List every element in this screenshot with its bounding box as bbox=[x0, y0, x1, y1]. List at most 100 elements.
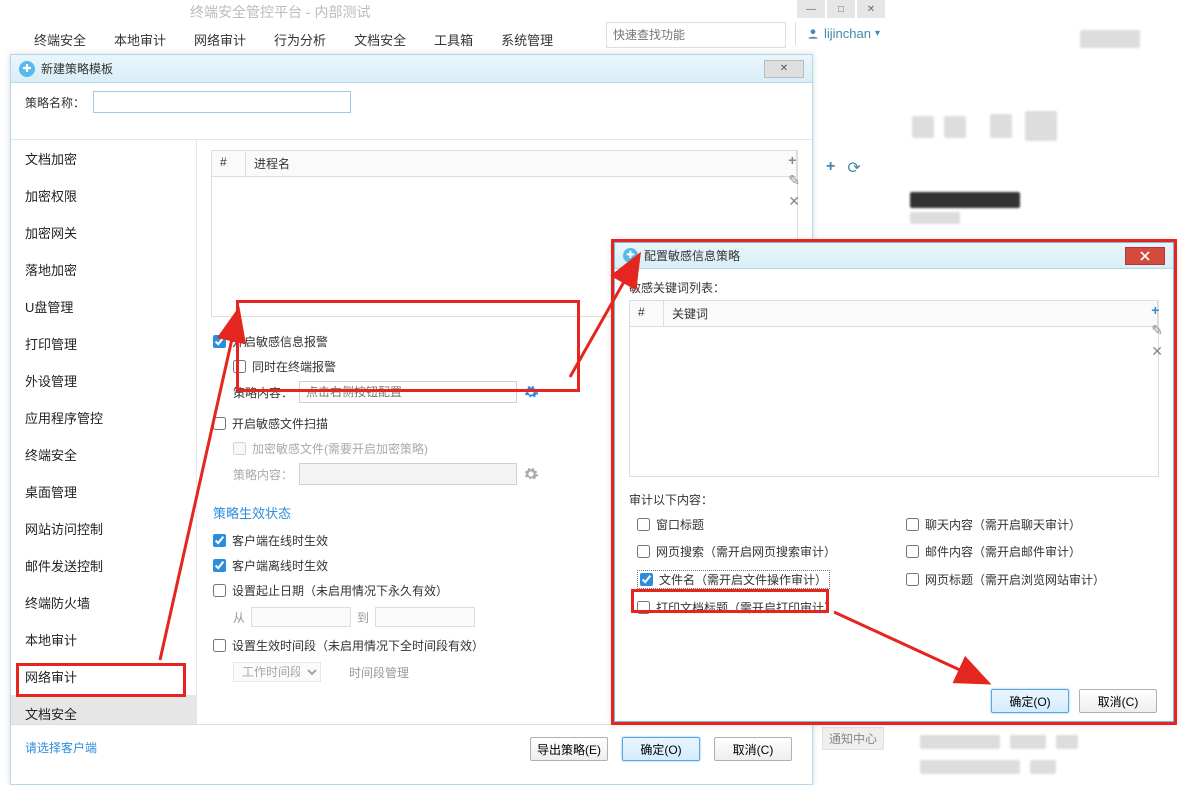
audit-chat-checkbox[interactable] bbox=[906, 518, 919, 531]
sidebar-item[interactable]: 外设管理 bbox=[11, 362, 196, 399]
sidebar-item[interactable]: 网络审计 bbox=[11, 658, 196, 695]
open-sensitive-alarm-checkbox[interactable] bbox=[213, 335, 226, 348]
encrypt-sensitive-label: 加密敏感文件(需要开启加密策略) bbox=[252, 440, 428, 457]
gear-icon[interactable] bbox=[523, 384, 539, 400]
audit-label: 审计以下内容： bbox=[629, 491, 1159, 508]
dialog2-ok-button[interactable]: 确定(O) bbox=[991, 689, 1069, 713]
add-icon[interactable]: + bbox=[826, 158, 835, 178]
policy-content-input[interactable] bbox=[299, 381, 517, 403]
sidebar-item[interactable]: 桌面管理 bbox=[11, 473, 196, 510]
sidebar-item[interactable]: 加密网关 bbox=[11, 214, 196, 251]
also-alarm-terminal-checkbox[interactable] bbox=[233, 360, 246, 373]
sidebar-item[interactable]: 网站访问控制 bbox=[11, 510, 196, 547]
blur-placeholder bbox=[920, 760, 1020, 774]
minimize-button[interactable]: — bbox=[797, 0, 825, 18]
blur-placeholder bbox=[990, 114, 1012, 138]
audit-mail-checkbox[interactable] bbox=[906, 545, 919, 558]
close-button[interactable]: ✕ bbox=[857, 0, 885, 18]
nav-item[interactable]: 文档安全 bbox=[340, 22, 420, 57]
policy-name-label: 策略名称： bbox=[25, 94, 85, 111]
global-search-input[interactable] bbox=[606, 22, 786, 48]
toolbar-icons: + ⟳ bbox=[826, 158, 861, 178]
nav-item[interactable]: 本地审计 bbox=[100, 22, 180, 57]
nav-item[interactable]: 行为分析 bbox=[260, 22, 340, 57]
audit-window-title-checkbox[interactable] bbox=[637, 518, 650, 531]
blur-placeholder bbox=[1030, 760, 1056, 774]
client-online-checkbox[interactable] bbox=[213, 534, 226, 547]
policy-name-input[interactable] bbox=[93, 91, 351, 113]
open-sensitive-scan-checkbox[interactable] bbox=[213, 417, 226, 430]
policy-content-label-2: 策略内容： bbox=[233, 466, 293, 483]
cancel-button[interactable]: 取消(C) bbox=[714, 737, 792, 761]
sidebar-item[interactable]: 应用程序管控 bbox=[11, 399, 196, 436]
dialog2-titlebar: ✚ 配置敏感信息策略 bbox=[615, 243, 1173, 269]
nav-item[interactable]: 终端安全 bbox=[20, 22, 100, 57]
policy-content-label: 策略内容： bbox=[233, 384, 293, 401]
nav-item[interactable]: 网络审计 bbox=[180, 22, 260, 57]
window-controls: — □ ✕ bbox=[795, 0, 885, 18]
audit-print-title-label: 打印文档标题（需开启打印审计） bbox=[656, 599, 836, 616]
blur-placeholder bbox=[1056, 735, 1078, 749]
audit-window-title-label: 窗口标题 bbox=[656, 516, 704, 533]
policy-content-input-2 bbox=[299, 463, 517, 485]
gear-icon-disabled bbox=[523, 466, 539, 482]
audit-filename-checkbox[interactable] bbox=[640, 573, 653, 586]
edit-keyword-icon[interactable]: ✎ bbox=[1151, 322, 1163, 339]
app-window-title: 终端安全管控平台 - 内部测试 bbox=[190, 2, 370, 22]
sidebar-item[interactable]: 打印管理 bbox=[11, 325, 196, 362]
encrypt-sensitive-checkbox bbox=[233, 442, 246, 455]
refresh-icon[interactable]: ⟳ bbox=[847, 158, 860, 178]
from-date-input bbox=[251, 607, 351, 627]
open-sensitive-scan-label: 开启敏感文件扫描 bbox=[232, 415, 328, 432]
user-icon bbox=[806, 27, 820, 41]
select-client-link[interactable]: 请选择客户端 bbox=[25, 739, 97, 756]
audit-web-title-checkbox[interactable] bbox=[906, 573, 919, 586]
sidebar-item[interactable]: 落地加密 bbox=[11, 251, 196, 288]
add-keyword-icon[interactable]: + bbox=[1151, 302, 1163, 318]
dialog2-close-button[interactable] bbox=[1125, 247, 1165, 265]
sidebar-item[interactable]: 终端安全 bbox=[11, 436, 196, 473]
sidebar-item[interactable]: 加密权限 bbox=[11, 177, 196, 214]
from-label: 从 bbox=[233, 609, 245, 626]
sidebar-item[interactable]: 终端防火墙 bbox=[11, 584, 196, 621]
audit-print-title-checkbox[interactable] bbox=[637, 601, 650, 614]
time-range-checkbox[interactable] bbox=[213, 639, 226, 652]
client-offline-checkbox[interactable] bbox=[213, 559, 226, 572]
export-policy-button[interactable]: 导出策略(E) bbox=[530, 737, 608, 761]
notification-center[interactable]: 通知中心 bbox=[822, 727, 884, 750]
nav-item[interactable]: 工具箱 bbox=[420, 22, 487, 57]
dialog-title: 新建策略模板 bbox=[41, 60, 764, 77]
sidebar-item[interactable]: 本地审计 bbox=[11, 621, 196, 658]
dialog-footer: 请选择客户端 导出策略(E) 确定(O) 取消(C) bbox=[11, 724, 812, 784]
delete-row-icon[interactable]: ✕ bbox=[788, 193, 800, 210]
config-sensitive-info-dialog: ✚ 配置敏感信息策略 敏感关键词列表： # 关键词 + ✎ ✕ 审计以下内容： … bbox=[614, 242, 1174, 722]
user-name: lijinchan bbox=[824, 26, 871, 41]
sidebar-item[interactable]: 邮件发送控制 bbox=[11, 547, 196, 584]
date-range-checkbox[interactable] bbox=[213, 584, 226, 597]
blur-placeholder bbox=[1010, 735, 1046, 749]
period-manage-link: 时间段管理 bbox=[349, 664, 409, 681]
nav-item[interactable]: 系统管理 bbox=[487, 22, 567, 57]
keyword-table-header: # 关键词 bbox=[629, 300, 1159, 327]
add-row-icon[interactable]: + bbox=[788, 152, 800, 168]
blur-placeholder bbox=[1080, 30, 1140, 48]
blur-placeholder bbox=[1025, 111, 1057, 141]
sidebar-item[interactable]: 文档加密 bbox=[11, 140, 196, 177]
ok-button[interactable]: 确定(O) bbox=[622, 737, 700, 761]
to-label: 到 bbox=[357, 609, 369, 626]
maximize-button[interactable]: □ bbox=[827, 0, 855, 18]
delete-keyword-icon[interactable]: ✕ bbox=[1151, 343, 1163, 360]
dialog2-footer: 确定(O) 取消(C) bbox=[615, 681, 1173, 721]
client-offline-label: 客户端离线时生效 bbox=[232, 557, 328, 574]
kw-col-index: # bbox=[630, 301, 664, 326]
audit-web-search-checkbox[interactable] bbox=[637, 545, 650, 558]
edit-row-icon[interactable]: ✎ bbox=[788, 172, 800, 189]
dialog2-cancel-button[interactable]: 取消(C) bbox=[1079, 689, 1157, 713]
audit-filename-label: 文件名（需开启文件操作审计） bbox=[659, 571, 827, 588]
user-menu[interactable]: lijinchan ▾ bbox=[795, 22, 890, 45]
blur-placeholder bbox=[910, 192, 1020, 208]
kw-col-keyword: 关键词 bbox=[664, 301, 1158, 326]
sidebar-item[interactable]: U盘管理 bbox=[11, 288, 196, 325]
dialog-close-button[interactable]: ✕ bbox=[764, 60, 804, 78]
time-period-select: 工作时间段 bbox=[233, 662, 321, 682]
